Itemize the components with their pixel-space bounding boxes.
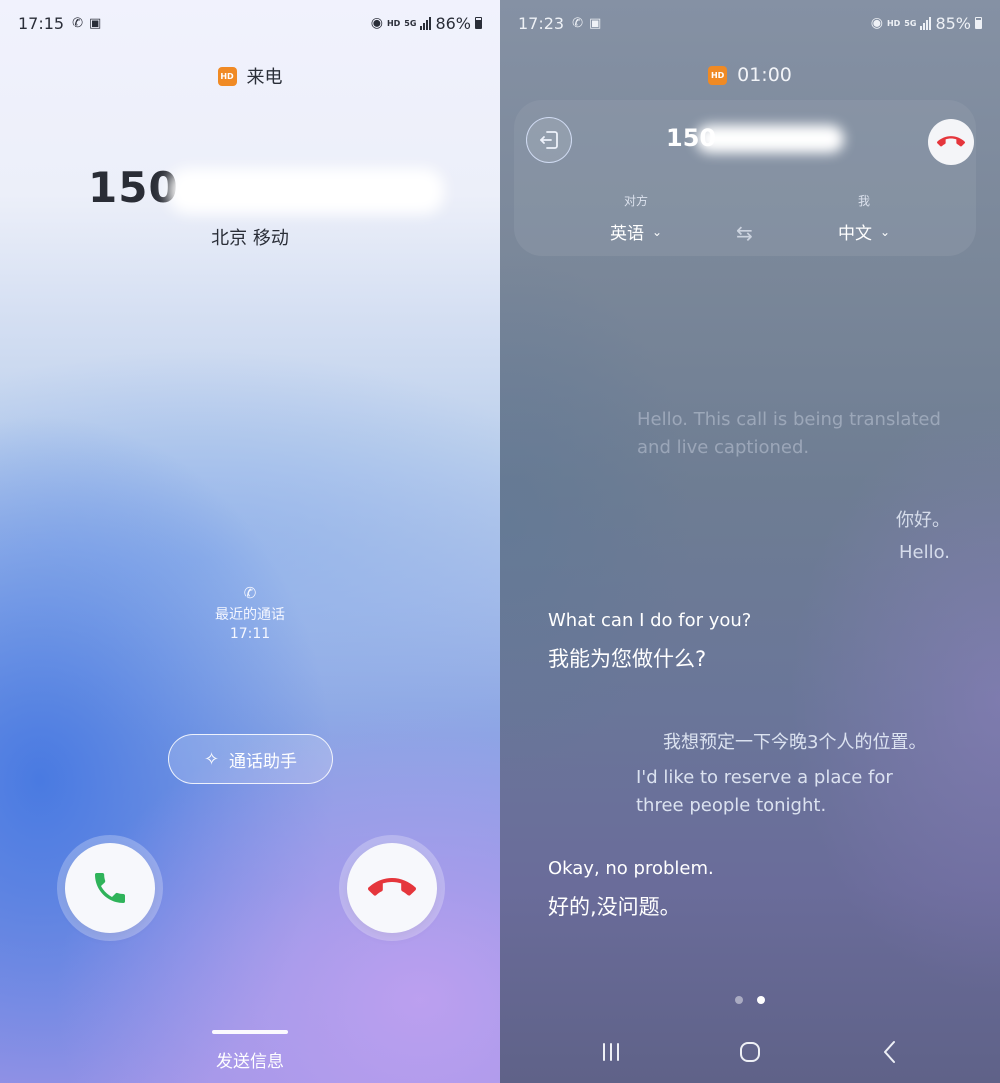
call-duration-row: HD 01:00 [500, 64, 1000, 86]
battery-percent: 86% [435, 13, 471, 33]
status-bar: 17:23 ✆ ▣ ◉ HD 5G 85% [518, 10, 982, 36]
wifi-icon: ◉ [870, 15, 883, 31]
phone-status-icon: ✆ [72, 15, 84, 31]
end-call-button[interactable] [928, 119, 974, 165]
swap-languages-icon[interactable]: ⇆ [736, 221, 753, 245]
other-party-language[interactable]: 对方 英语 ⌄ [576, 192, 696, 244]
phone-hangup-icon [368, 878, 416, 896]
phone-hangup-icon [937, 136, 965, 147]
transcript-message-incoming: 我想预定一下今晚3个人的位置。 I'd like to reserve a pl… [636, 728, 936, 820]
live-translate-screen: 17:23 ✆ ▣ ◉ HD 5G 85% HD 01:00 150 对方 英语… [500, 0, 1000, 1083]
recent-call-info: ✆ 最近的通话 17:11 [0, 584, 500, 642]
transcript-message-outgoing: Okay, no problem. 好的,没问题。 [548, 858, 714, 921]
transcript-translation: 我能为您做什么? [548, 647, 707, 671]
battery-icon [975, 17, 982, 29]
signal-icon [420, 16, 432, 30]
page-indicator [500, 996, 1000, 1004]
my-role: 我 [857, 194, 870, 208]
transcript-translation: Hello. [898, 542, 950, 563]
phone-status-icon: ✆ [572, 15, 584, 31]
transcript-translation: 好的,没问题。 [548, 895, 681, 919]
transcript-message-outgoing: What can I do for you? 我能为您做什么? [548, 610, 751, 673]
redaction-blur [696, 125, 844, 153]
status-time: 17:15 [18, 13, 65, 33]
phone-accept-icon [95, 873, 125, 903]
other-party-role: 对方 [623, 194, 648, 208]
hd-voice-indicator: HD [386, 18, 401, 28]
wifi-icon: ◉ [370, 15, 383, 31]
transcript-original: 你好。 [896, 510, 950, 531]
chevron-down-icon: ⌄ [879, 224, 891, 239]
caller-location: 北京 移动 [211, 228, 289, 249]
signal-icon [920, 16, 932, 30]
transcript-translation: I'd like to reserve a place for three pe… [636, 767, 893, 816]
transcript-original: 我想预定一下今晚3个人的位置。 [663, 732, 927, 753]
page-dot[interactable] [735, 996, 743, 1004]
redaction-blur [168, 168, 444, 214]
hd-voice-indicator: HD [886, 18, 901, 28]
incoming-call-screen: 17:15 ✆ ▣ ◉ HD 5G 86% HD 来电 150 北京 移动 ✆ … [0, 0, 500, 1083]
call-duration: 01:00 [737, 64, 792, 86]
home-icon [740, 1042, 760, 1062]
back-icon [884, 1041, 895, 1063]
recent-apps-icon [603, 1043, 619, 1061]
exit-translate-button[interactable] [526, 117, 572, 163]
send-message-button[interactable]: 发送信息 [0, 1047, 500, 1072]
navigation-bar [500, 1032, 1000, 1072]
hd-call-icon: HD [217, 66, 237, 86]
status-bar: 17:15 ✆ ▣ ◉ HD 5G 86% [18, 10, 482, 36]
caller-number: 150 [88, 163, 179, 212]
recent-apps-button[interactable] [591, 1032, 631, 1072]
network-generation: 5G [904, 18, 917, 28]
back-button[interactable] [870, 1032, 910, 1072]
accept-call-button[interactable] [65, 843, 155, 933]
chevron-down-icon: ⌄ [651, 224, 663, 239]
incoming-call-label: 来电 [246, 67, 283, 88]
transcript-notice: Hello. This call is being translated and… [637, 409, 941, 458]
battery-icon [475, 17, 482, 29]
my-language-value: 中文 [837, 224, 872, 244]
other-party-language-value: 英语 [609, 224, 644, 244]
gallery-status-icon: ▣ [89, 15, 102, 31]
decline-call-button[interactable] [347, 843, 437, 933]
swipe-handle[interactable] [212, 1030, 288, 1034]
network-generation: 5G [404, 18, 417, 28]
recent-call-label: 最近的通话 [215, 607, 285, 623]
gallery-status-icon: ▣ [589, 15, 602, 31]
recent-call-time: 17:11 [229, 626, 271, 642]
my-language[interactable]: 我 中文 ⌄ [804, 192, 924, 244]
exit-icon [540, 131, 558, 149]
transcript-message-incoming: 你好。 Hello. [896, 506, 950, 563]
call-assistant-button[interactable]: ✧ 通话助手 [168, 734, 333, 784]
sparkle-icon: ✧ [203, 748, 220, 770]
battery-percent: 85% [935, 13, 971, 33]
home-button[interactable] [730, 1032, 770, 1072]
incoming-call-title: HD 来电 [0, 63, 500, 89]
hd-call-icon: HD [708, 65, 728, 85]
page-dot-active[interactable] [757, 996, 765, 1004]
status-time: 17:23 [518, 13, 565, 33]
transcript-original: What can I do for you? [548, 610, 752, 631]
transcript-original: Okay, no problem. [548, 858, 714, 879]
call-assistant-label: 通话助手 [229, 751, 298, 772]
phone-icon: ✆ [243, 584, 257, 602]
